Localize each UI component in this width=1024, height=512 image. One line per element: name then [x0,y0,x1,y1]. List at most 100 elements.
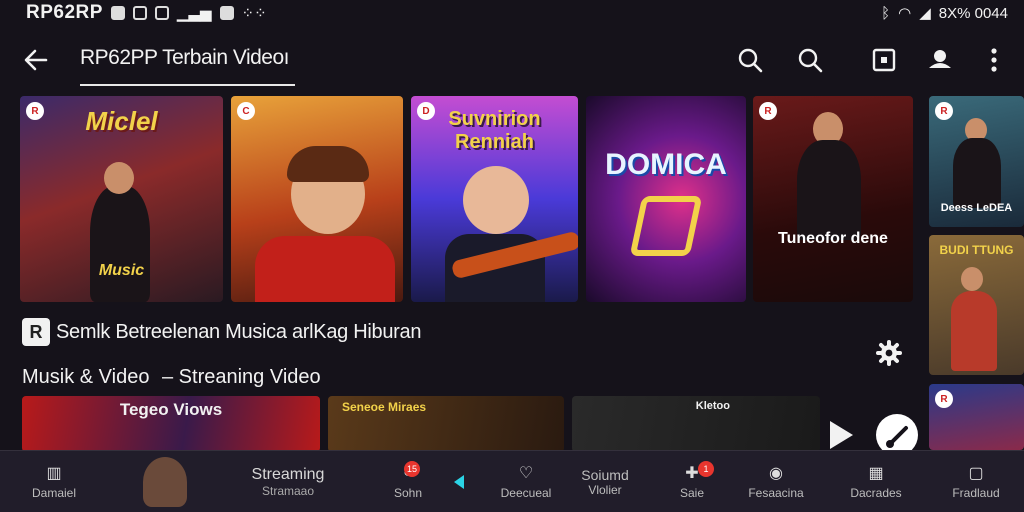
mail-icon [154,6,169,20]
media-icon [132,6,147,20]
thumbnail-title: Suvnirion Renniah [448,108,541,153]
search-icon [738,48,763,73]
video-thumbnail-11[interactable]: Kletoo [572,396,820,452]
nav-item-damaiel[interactable]: ▥ Damaiel [24,451,84,512]
video-thumbnail-6[interactable]: R Deess LeDEA [929,96,1024,227]
nav-label: Soiumd [581,467,629,483]
channel-badge: R [935,390,953,408]
avatar-icon [143,457,187,507]
nav-sublabel: Stramaao [261,484,315,498]
app-icon [219,6,234,20]
section-logo-icon: R [22,318,50,346]
category-title: Musik & Video [22,366,150,388]
play-icon [830,421,853,449]
more-options-button[interactable] [978,44,1010,76]
logo-shape [629,196,703,256]
search-button[interactable] [734,44,766,76]
more-vertical-icon [991,48,997,72]
performer-figure [797,140,861,240]
nav-label: Deecueal [500,486,552,500]
cartoon-face [463,166,529,234]
bottom-navigation: ▥ Damaiel Streaming Stramaao 15 ● Sohn ♡… [0,450,1024,512]
battery-text: 8X% 0044 [938,4,1008,22]
grid-icon: ▦ [868,465,884,482]
nav-item-saie[interactable]: 1 ✚ Saie [664,451,720,512]
play-button[interactable] [826,418,856,452]
dots-icon: ⁘⁘ [241,5,267,22]
video-thumbnail-1[interactable]: R Miclel Music [20,96,223,302]
account-button[interactable] [924,44,956,76]
nav-sublabel: Vlolier [588,483,622,497]
status-time: RP62RP [26,2,103,23]
nav-item-soiumd[interactable]: Soiumd Vlolier [570,451,640,512]
video-thumbnail-7[interactable]: BUDI TTUNG [929,235,1024,375]
page-title: RP62PP Terbain Videoı [80,46,290,69]
grid-icon: ▥ [46,465,62,482]
notification-badge: 1 [698,461,714,477]
search-icon [798,48,823,73]
video-thumbnail-9[interactable]: Tegeo Viows [22,396,320,452]
nav-label: Sohn [393,486,423,500]
signal-bars-icon: ▁▃▅ [176,5,212,22]
performer-figure [953,138,1001,208]
thumbnail-title: Kletoo [695,400,730,412]
thumbnail-title: BUDI TTUNG [939,243,1014,257]
red-shirt [255,236,395,302]
thumbnail-title: Seneoe Miraes [342,400,427,414]
nav-item-fradlaud[interactable]: ▢ Fradlaud [944,451,1008,512]
thumbnail-title: Deess LeDEA [940,202,1013,214]
video-thumbnail-2[interactable]: C [231,96,403,302]
nav-label: Saie [679,486,705,500]
square-icon: ▢ [968,465,984,482]
arrow-left-icon [24,49,48,71]
top-app-bar: RP62PP Terbain Videoı [0,30,1024,88]
category-subtitle: – Streaning Video [162,366,321,388]
channel-badge: C [237,102,255,120]
video-thumbnail-8[interactable]: R [929,384,1024,450]
status-bar: RP62RP ▁▃▅ ⁘⁘ ᛒ ◠ ◢ 8X% 0044 [0,0,1024,26]
nav-label: Dacrades [850,486,902,500]
video-thumbnail-4[interactable]: DOMICA [586,96,746,302]
wifi-icon: ◠ [898,5,912,22]
user-icon [929,50,951,68]
performer-figure [90,186,150,302]
nav-item-sohn[interactable]: 15 ● Sohn [380,451,436,512]
cast-button[interactable] [868,44,900,76]
nav-label: Damaiel [31,486,76,500]
record-icon: ◉ [769,465,783,482]
nav-item-avatar[interactable] [130,451,200,512]
nav-item-fesaacina[interactable]: ◉ Fesaacina [740,451,812,512]
thumbnail-title: Miclel [85,106,158,136]
nav-item-deecueal[interactable]: ♡ Deecueal [494,451,558,512]
search-button-2[interactable] [794,44,826,76]
thumbnail-title: DOMICA [605,148,727,181]
nav-item-dacrades[interactable]: ▦ Dacrades [838,451,914,512]
hair [287,146,369,182]
channel-badge: R [759,102,777,120]
heart-icon: ♡ [518,465,534,482]
cast-icon [872,48,896,72]
title-underline [80,84,295,86]
back-button[interactable] [20,44,52,76]
video-thumbnail-5[interactable]: R Tuneofor dene [753,96,913,302]
notification-icon [110,6,125,20]
signal-icon: ◢ [919,5,931,22]
nav-label: Fradlaud [952,486,1000,500]
nav-item-streaming[interactable]: Streaming Stramaao [240,451,336,512]
thumbnail-title: Tegeo Viows [119,400,223,419]
notification-badge: 15 [404,461,420,477]
performer-head [104,162,134,194]
thumbnail-title: Tuneofor dene [778,230,888,247]
thumbnail-subtitle: Music [98,262,145,279]
performer-head [961,267,983,291]
gear-icon [876,340,902,366]
performer-figure [951,291,997,371]
video-thumbnail-3[interactable]: D Suvnirion Renniah [411,96,578,302]
channel-badge: R [935,102,953,120]
nav-label: Streaming [251,466,325,483]
bluetooth-icon: ᛒ [881,4,891,22]
triangle-left-icon [454,475,464,489]
settings-button[interactable] [876,340,902,366]
video-thumbnail-10[interactable]: Seneoe Miraes [328,396,564,452]
nav-label: Fesaacina [748,486,804,500]
